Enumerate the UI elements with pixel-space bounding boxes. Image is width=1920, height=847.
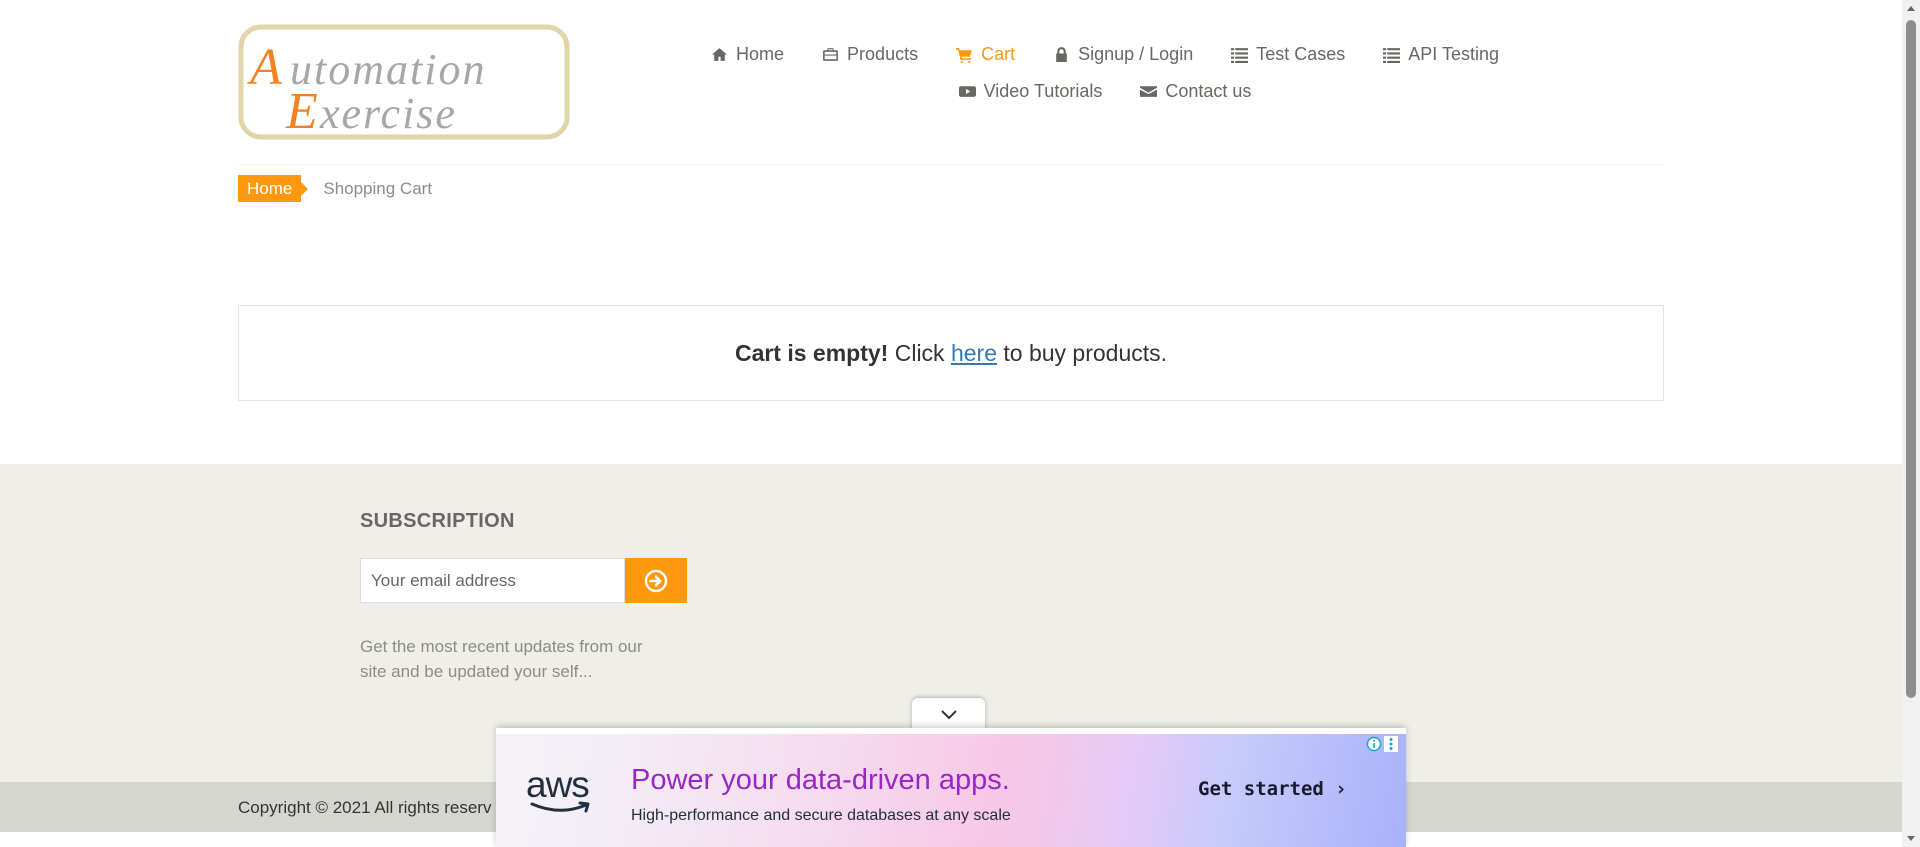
youtube-play-icon	[958, 86, 976, 97]
svg-text:utomation: utomation	[290, 45, 486, 94]
scroll-up-arrow-icon[interactable]	[1906, 2, 1916, 16]
empty-cart-panel: Cart is empty! Click here to buy product…	[238, 305, 1664, 401]
nav-contact-us[interactable]: Contact us	[1140, 81, 1251, 102]
nav-signup-login[interactable]: Signup / Login	[1053, 44, 1193, 65]
list-icon	[1383, 48, 1401, 63]
subscription-title: SUBSCRIPTION	[360, 510, 515, 532]
cart-icon	[956, 48, 973, 63]
subscription-email-input[interactable]	[360, 558, 625, 603]
nav-video-tutorials[interactable]: Video Tutorials	[958, 81, 1103, 102]
list-icon	[1231, 48, 1249, 63]
subscription-description: Get the most recent updates from our sit…	[360, 637, 643, 681]
aws-logo: aws	[526, 766, 604, 818]
nav-test-cases-label: Test Cases	[1256, 44, 1346, 64]
empty-cart-here-link[interactable]: here	[951, 340, 997, 366]
nav-api-testing[interactable]: API Testing	[1383, 44, 1499, 65]
empty-cart-rest-text: to buy products.	[1003, 339, 1168, 366]
nav-contact-us-label: Contact us	[1165, 81, 1252, 101]
ad-more-options-icon[interactable]	[1384, 736, 1398, 752]
breadcrumb: Home Shopping Cart	[238, 175, 432, 202]
page: A utomation E xercise Home Products Cart…	[0, 0, 1902, 847]
ad-subline: High-performance and secure databases at…	[631, 807, 1011, 824]
main-nav: Home Products Cart Signup / Login Test C…	[712, 36, 1499, 110]
nav-home-label: Home	[736, 44, 785, 64]
nav-row-primary: Home Products Cart Signup / Login Test C…	[712, 36, 1499, 73]
ad-get-started-button[interactable]: Get started ›	[1198, 778, 1347, 800]
ad-headline: Power your data-driven apps.	[631, 764, 1010, 796]
aws-smile-icon	[530, 801, 590, 813]
svg-text:xercise: xercise	[319, 89, 457, 138]
empty-cart-bold: Cart is empty!	[734, 339, 889, 366]
empty-cart-message: Cart is empty! Click here to buy product…	[735, 340, 1167, 367]
site-logo[interactable]: A utomation E xercise	[238, 24, 570, 140]
home-icon	[712, 48, 727, 61]
nav-video-tutorials-label: Video Tutorials	[983, 81, 1103, 101]
arrow-circle-right-icon	[644, 569, 668, 592]
scrollbar-thumb[interactable]	[1906, 20, 1916, 698]
vertical-scrollbar[interactable]	[1902, 0, 1920, 847]
svg-text:E: E	[285, 83, 318, 140]
briefcase-icon	[823, 48, 838, 61]
breadcrumb-home-link[interactable]: Home	[238, 175, 309, 202]
ad-banner[interactable]: aws Power your data-driven apps. High-pe…	[496, 728, 1406, 847]
nav-api-testing-label: API Testing	[1408, 44, 1499, 64]
scroll-down-arrow-icon[interactable]	[1906, 831, 1916, 845]
nav-products[interactable]: Products	[822, 44, 918, 65]
lock-icon	[1056, 47, 1067, 62]
nav-test-cases[interactable]: Test Cases	[1231, 44, 1345, 65]
nav-row-secondary: Video Tutorials Contact us	[720, 73, 1490, 110]
empty-cart-click-text: Click	[894, 339, 945, 366]
nav-signup-login-label: Signup / Login	[1078, 44, 1194, 64]
ad-collapse-toggle[interactable]	[912, 698, 985, 732]
breadcrumb-current: Shopping Cart	[323, 178, 433, 198]
nav-cart-label: Cart	[981, 44, 1016, 64]
nav-products-label: Products	[847, 44, 919, 64]
aws-logo-text: aws	[526, 764, 590, 805]
envelope-icon	[1140, 86, 1158, 97]
nav-home[interactable]: Home	[711, 44, 784, 65]
header-divider	[238, 164, 1664, 165]
copyright-text: Copyright © 2021 All rights reserv	[238, 798, 492, 817]
nav-cart[interactable]: Cart	[956, 44, 1015, 65]
svg-text:A: A	[247, 39, 282, 96]
subscribe-button[interactable]	[625, 558, 687, 603]
ad-info-icon[interactable]	[1366, 736, 1382, 752]
chevron-down-icon	[940, 710, 957, 720]
